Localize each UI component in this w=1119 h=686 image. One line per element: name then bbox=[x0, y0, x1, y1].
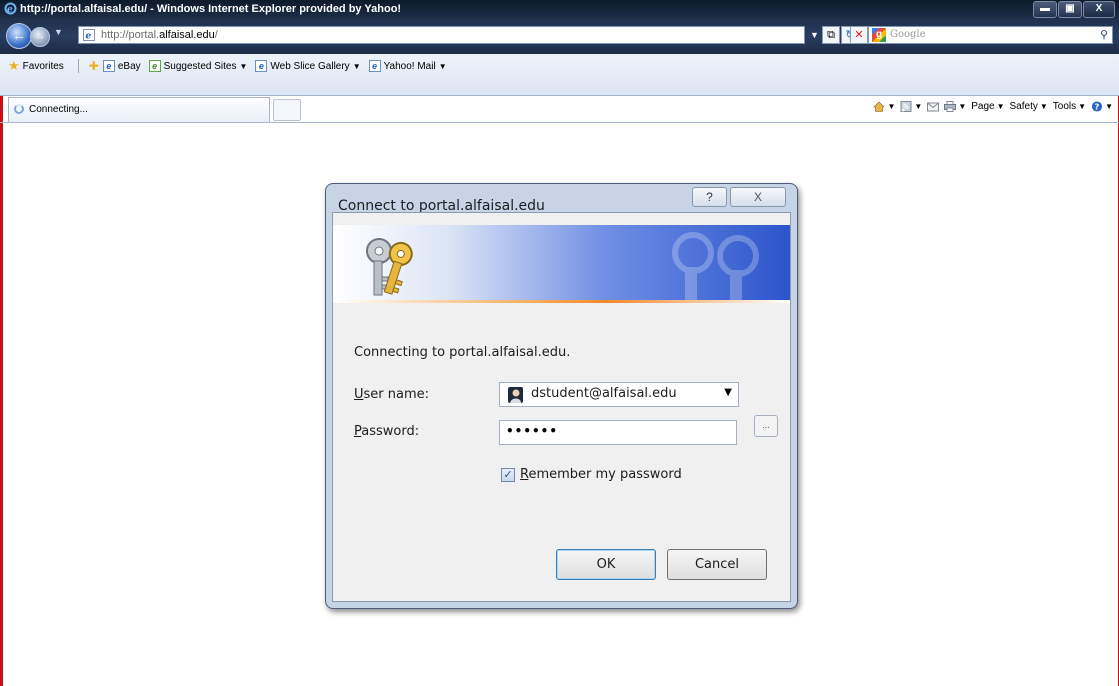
navigation-bar: ← → ▼ e http://portal.alfaisal.edu/ ▼ ⧉ … bbox=[0, 18, 1119, 54]
feeds-button[interactable]: ▼ bbox=[900, 101, 922, 112]
printer-icon bbox=[944, 101, 957, 112]
password-mask: •••••• bbox=[506, 424, 559, 438]
back-button[interactable]: ← bbox=[6, 23, 32, 49]
user-icon bbox=[508, 387, 523, 403]
chevron-down-icon: ▼ bbox=[887, 102, 896, 111]
fav-item-suggested-sites[interactable]: e Suggested Sites ▼ bbox=[148, 60, 248, 72]
rss-feed-icon bbox=[900, 101, 912, 112]
home-icon bbox=[873, 101, 886, 112]
chevron-down-icon: ▼ bbox=[914, 102, 923, 111]
cancel-button[interactable]: Cancel bbox=[667, 549, 767, 580]
safety-menu[interactable]: Safety ▼ bbox=[1010, 101, 1048, 112]
dialog-banner bbox=[333, 225, 790, 301]
minimize-button[interactable]: ▬ bbox=[1033, 1, 1057, 18]
chevron-down-icon: ▼ bbox=[996, 102, 1005, 111]
address-url: http://portal.alfaisal.edu/ bbox=[101, 29, 218, 41]
loading-spinner-icon bbox=[14, 104, 24, 114]
fav-item-ebay[interactable]: e eBay bbox=[102, 60, 141, 72]
search-input[interactable]: g Google ⚲ bbox=[868, 26, 1113, 44]
connect-dialog: Connect to portal.alfaisal.edu ? X Conne… bbox=[325, 183, 798, 609]
page-ie-icon: e bbox=[368, 60, 381, 72]
address-dropdown-icon[interactable]: ▼ bbox=[810, 30, 819, 40]
dialog-close-button[interactable]: X bbox=[730, 187, 786, 207]
print-button[interactable]: ▼ bbox=[944, 101, 966, 112]
page-ie-icon: e bbox=[83, 29, 95, 41]
chevron-down-icon[interactable]: ▼ bbox=[724, 387, 732, 398]
user-name-value: dstudent@alfaisal.edu bbox=[531, 386, 677, 401]
page-ie-icon: e bbox=[255, 60, 268, 72]
address-field[interactable]: e http://portal.alfaisal.edu/ bbox=[78, 26, 805, 44]
chevron-down-icon: ▼ bbox=[352, 61, 361, 71]
command-bar: ▼ ▼ ▼ Page ▼ Safety ▼ Tools ▼ ? ▼ bbox=[873, 101, 1113, 112]
google-logo-icon: g bbox=[872, 28, 886, 42]
help-icon: ? bbox=[1092, 101, 1103, 112]
stop-icon[interactable]: ✕ bbox=[850, 26, 868, 44]
suggested-sites-icon: e bbox=[148, 60, 161, 72]
compatibility-view-icon[interactable]: ⧉ bbox=[822, 26, 840, 44]
chevron-down-icon: ▼ bbox=[958, 102, 967, 111]
user-name-combobox[interactable]: dstudent@alfaisal.edu ▼ bbox=[499, 382, 739, 407]
page-ie-icon: e bbox=[102, 60, 115, 72]
mail-button[interactable] bbox=[927, 101, 940, 112]
chevron-down-icon: ▼ bbox=[438, 61, 447, 71]
user-name-label: User name: bbox=[354, 387, 430, 402]
svg-text:e: e bbox=[7, 5, 13, 15]
tab-connecting[interactable]: Connecting... bbox=[8, 97, 270, 123]
favorites-bar: ★ Favorites ✚ e eBay e Suggested Sites ▼… bbox=[0, 54, 1119, 96]
keys-icon bbox=[366, 238, 413, 296]
fav-item-yahoo-mail[interactable]: e Yahoo! Mail ▼ bbox=[368, 60, 447, 72]
svg-text:?: ? bbox=[1095, 102, 1100, 112]
forward-button[interactable]: → bbox=[30, 27, 50, 47]
chevron-down-icon: ▼ bbox=[1105, 102, 1113, 111]
add-favorite-icon[interactable]: ✚ bbox=[89, 59, 99, 73]
help-menu[interactable]: ? ▼ bbox=[1091, 101, 1113, 112]
password-field[interactable]: •••••• bbox=[499, 420, 737, 445]
search-icon[interactable]: ⚲ bbox=[1100, 27, 1108, 43]
page-menu[interactable]: Page ▼ bbox=[971, 101, 1004, 112]
search-placeholder: Google bbox=[890, 29, 926, 40]
dialog-body: Connecting to portal.alfaisal.edu. User … bbox=[332, 212, 791, 602]
maximize-button[interactable]: ▣ bbox=[1058, 1, 1082, 18]
tools-menu[interactable]: Tools ▼ bbox=[1053, 101, 1086, 112]
dialog-help-button[interactable]: ? bbox=[692, 187, 727, 207]
home-button[interactable]: ▼ bbox=[873, 101, 895, 112]
ok-button[interactable]: OK bbox=[556, 549, 656, 580]
favorites-button[interactable]: ★ Favorites bbox=[8, 58, 64, 74]
fav-item-web-slice-gallery[interactable]: e Web Slice Gallery ▼ bbox=[255, 60, 361, 72]
chevron-down-icon: ▼ bbox=[1039, 102, 1048, 111]
chevron-down-icon: ▼ bbox=[1078, 102, 1087, 111]
remember-password-checkbox[interactable]: ✓ bbox=[501, 468, 515, 482]
connecting-message: Connecting to portal.alfaisal.edu. bbox=[354, 345, 571, 360]
browse-credentials-button[interactable]: ... bbox=[754, 415, 778, 437]
window-title: http://portal.alfaisal.edu/ - Windows In… bbox=[20, 3, 402, 15]
new-tab-button[interactable] bbox=[273, 99, 301, 121]
svg-text:e: e bbox=[86, 32, 92, 42]
title-bar: e http://portal.alfaisal.edu/ - Windows … bbox=[0, 0, 1119, 18]
recent-pages-dropdown-icon[interactable]: ▼ bbox=[54, 27, 63, 37]
password-label: Password: bbox=[354, 424, 420, 439]
remember-password-label[interactable]: Remember my password bbox=[520, 467, 682, 482]
star-icon: ★ bbox=[8, 58, 20, 73]
banner-watermark-keys bbox=[672, 232, 759, 301]
close-window-button[interactable]: X bbox=[1083, 1, 1115, 18]
mail-icon bbox=[927, 102, 940, 112]
chevron-down-icon: ▼ bbox=[239, 61, 248, 71]
ie-logo-icon: e bbox=[4, 2, 17, 15]
